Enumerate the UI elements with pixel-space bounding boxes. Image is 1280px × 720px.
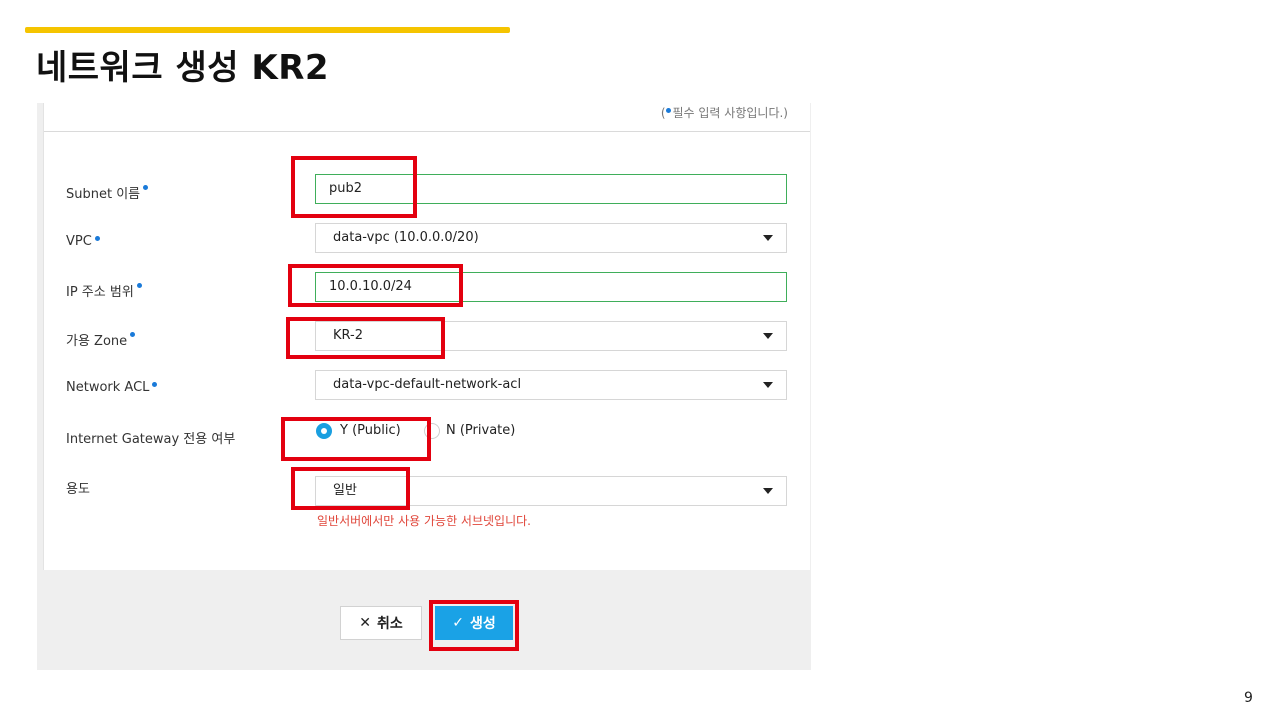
highlight-box-create-button [429, 600, 519, 651]
ip-range-label: IP 주소 범위 [66, 281, 142, 300]
network-acl-select[interactable]: data-vpc-default-network-acl [315, 370, 787, 400]
required-dot-icon [143, 185, 149, 190]
zone-label: 가용 Zone [66, 330, 136, 349]
title-accent-bar [25, 27, 510, 33]
usage-hint: 일반서버에서만 사용 가능한 서브넷입니다. [317, 514, 531, 528]
required-dot-icon [94, 236, 100, 241]
header-divider [44, 131, 810, 132]
subnet-name-label: Subnet 이름 [66, 183, 149, 202]
highlight-box-ip-range [288, 264, 463, 307]
cancel-button[interactable]: ✕ 취소 [340, 606, 422, 640]
highlight-box-usage [291, 467, 410, 510]
page-number: 9 [1244, 690, 1253, 706]
vpc-label: VPC [66, 234, 100, 249]
highlight-box-zone [286, 317, 445, 359]
highlight-box-internet-gateway [281, 417, 431, 461]
network-acl-row: Network ACL data-vpc-default-network-acl [44, 370, 810, 402]
network-acl-label: Network ACL [66, 380, 158, 395]
usage-row: 용도 일반 [44, 476, 810, 508]
highlight-box-subnet-name [291, 156, 417, 218]
required-dot-icon [130, 332, 136, 337]
slide-title: 네트워크 생성 KR2 [36, 48, 330, 88]
chevron-down-icon [763, 235, 773, 241]
close-icon: ✕ [359, 615, 371, 631]
chevron-down-icon [763, 333, 773, 339]
required-dot-icon [665, 108, 671, 113]
vpc-row: VPC data-vpc (10.0.0.0/20) [44, 223, 810, 255]
vpc-select[interactable]: data-vpc (10.0.0.0/20) [315, 223, 787, 253]
chevron-down-icon [763, 488, 773, 494]
required-dot-icon [152, 382, 158, 387]
required-note: (필수 입력 사항입니다.) [660, 106, 788, 120]
usage-label: 용도 [66, 482, 90, 497]
subnet-name-row: Subnet 이름 pub2 [44, 174, 810, 206]
internet-gateway-label: Internet Gateway 전용 여부 [66, 432, 236, 447]
required-dot-icon [136, 283, 142, 288]
chevron-down-icon [763, 382, 773, 388]
radio-private[interactable]: N (Private) [424, 423, 554, 445]
